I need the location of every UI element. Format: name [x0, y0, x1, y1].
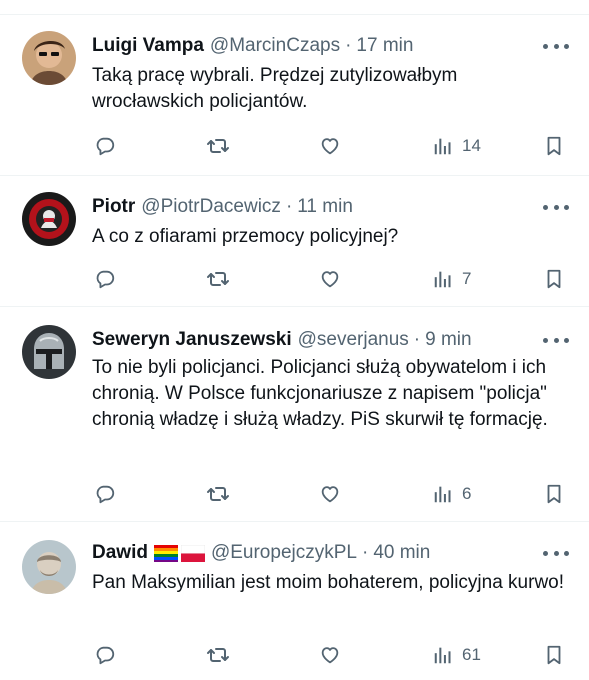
- timestamp[interactable]: 9 min: [425, 329, 471, 351]
- retweet-icon: [206, 267, 230, 291]
- author-handle[interactable]: @PiotrDacewicz: [141, 196, 281, 218]
- rainbow-flag-icon: [153, 544, 178, 562]
- separator: ·: [361, 542, 369, 563]
- tweet[interactable]: Piotr @PiotrDacewicz · 11 min A co z ofi…: [0, 176, 589, 307]
- reply-button[interactable]: [94, 266, 116, 292]
- bookmark-icon: [543, 268, 565, 290]
- reply-button[interactable]: [94, 133, 116, 159]
- views-icon: [432, 644, 454, 666]
- retweet-button[interactable]: [206, 481, 230, 507]
- retweet-icon: [206, 643, 230, 667]
- retweet-icon: [206, 134, 230, 158]
- retweet-icon: [206, 482, 230, 506]
- views-button[interactable]: 14: [432, 133, 481, 159]
- like-icon: [319, 483, 341, 505]
- retweet-button[interactable]: [206, 642, 230, 668]
- timestamp[interactable]: 11 min: [297, 196, 353, 218]
- avatar[interactable]: [22, 192, 76, 246]
- author-handle[interactable]: @MarcinCzaps: [210, 35, 340, 57]
- views-count: 7: [462, 269, 472, 288]
- reply-icon: [94, 644, 116, 666]
- reply-button[interactable]: [94, 481, 116, 507]
- views-icon: [432, 135, 454, 157]
- avatar[interactable]: [22, 31, 76, 85]
- timestamp[interactable]: 40 min: [373, 542, 430, 564]
- bookmark-button[interactable]: [543, 266, 565, 292]
- tweet-text: Taką pracę wybrali. Prędzej zutylizowałb…: [92, 65, 458, 112]
- views-button[interactable]: 7: [432, 266, 471, 292]
- action-bar: 6: [0, 481, 589, 507]
- author-name[interactable]: Piotr: [92, 196, 135, 218]
- views-icon: [432, 268, 454, 290]
- bookmark-icon: [543, 135, 565, 157]
- separator: ·: [413, 329, 421, 350]
- bookmark-button[interactable]: [543, 642, 565, 668]
- reply-icon: [94, 135, 116, 157]
- tweet[interactable]: Luigi Vampa @MarcinCzaps · 17 min Taką p…: [0, 15, 589, 176]
- avatar[interactable]: [22, 540, 76, 594]
- like-icon: [319, 644, 341, 666]
- like-button[interactable]: [319, 481, 341, 507]
- views-icon: [432, 483, 454, 505]
- like-button[interactable]: [319, 133, 341, 159]
- author-handle[interactable]: @severjanus: [298, 329, 409, 351]
- like-icon: [319, 268, 341, 290]
- bookmark-icon: [543, 483, 565, 505]
- views-count: 6: [462, 484, 472, 503]
- profile-badges: [153, 544, 205, 562]
- views-button[interactable]: 61: [432, 642, 481, 668]
- separator: ·: [285, 196, 293, 217]
- tweet-text: Pan Maksymilian jest moim bohaterem, pol…: [92, 572, 565, 593]
- tweet[interactable]: Seweryn Januszewski @severjanus · 9 min …: [0, 307, 589, 522]
- more-icon[interactable]: [543, 543, 569, 563]
- action-bar: 61: [0, 642, 589, 668]
- like-button[interactable]: [319, 266, 341, 292]
- author-name[interactable]: Dawid: [92, 542, 148, 564]
- reply-icon: [94, 483, 116, 505]
- bookmark-button[interactable]: [543, 133, 565, 159]
- timestamp[interactable]: 17 min: [356, 35, 413, 57]
- more-icon[interactable]: [543, 197, 569, 217]
- bookmark-icon: [543, 644, 565, 666]
- poland-flag-icon: [180, 544, 205, 562]
- author-handle[interactable]: @EuropejczykPL: [211, 542, 357, 564]
- retweet-button[interactable]: [206, 133, 230, 159]
- separator: ·: [345, 35, 352, 56]
- avatar[interactable]: [22, 325, 76, 379]
- like-button[interactable]: [319, 642, 341, 668]
- action-bar: 7: [0, 266, 589, 292]
- author-name[interactable]: Seweryn Januszewski: [92, 329, 292, 351]
- more-icon[interactable]: [543, 330, 569, 350]
- more-icon[interactable]: [543, 36, 569, 56]
- like-icon: [319, 135, 341, 157]
- action-bar: 14: [0, 133, 589, 159]
- retweet-button[interactable]: [206, 266, 230, 292]
- tweet-text: To nie byli policjanci. Policjanci służą…: [92, 357, 548, 430]
- views-button[interactable]: 6: [432, 481, 471, 507]
- author-name[interactable]: Luigi Vampa: [92, 35, 204, 57]
- tweet[interactable]: Dawid @EuropejczykPL · 40 min Pan Maksym…: [0, 522, 589, 680]
- views-count: 14: [462, 136, 481, 155]
- views-count: 61: [462, 645, 481, 664]
- reply-icon: [94, 268, 116, 290]
- tweet-text: A co z ofiarami przemocy policyjnej?: [92, 226, 399, 247]
- reply-button[interactable]: [94, 642, 116, 668]
- bookmark-button[interactable]: [543, 481, 565, 507]
